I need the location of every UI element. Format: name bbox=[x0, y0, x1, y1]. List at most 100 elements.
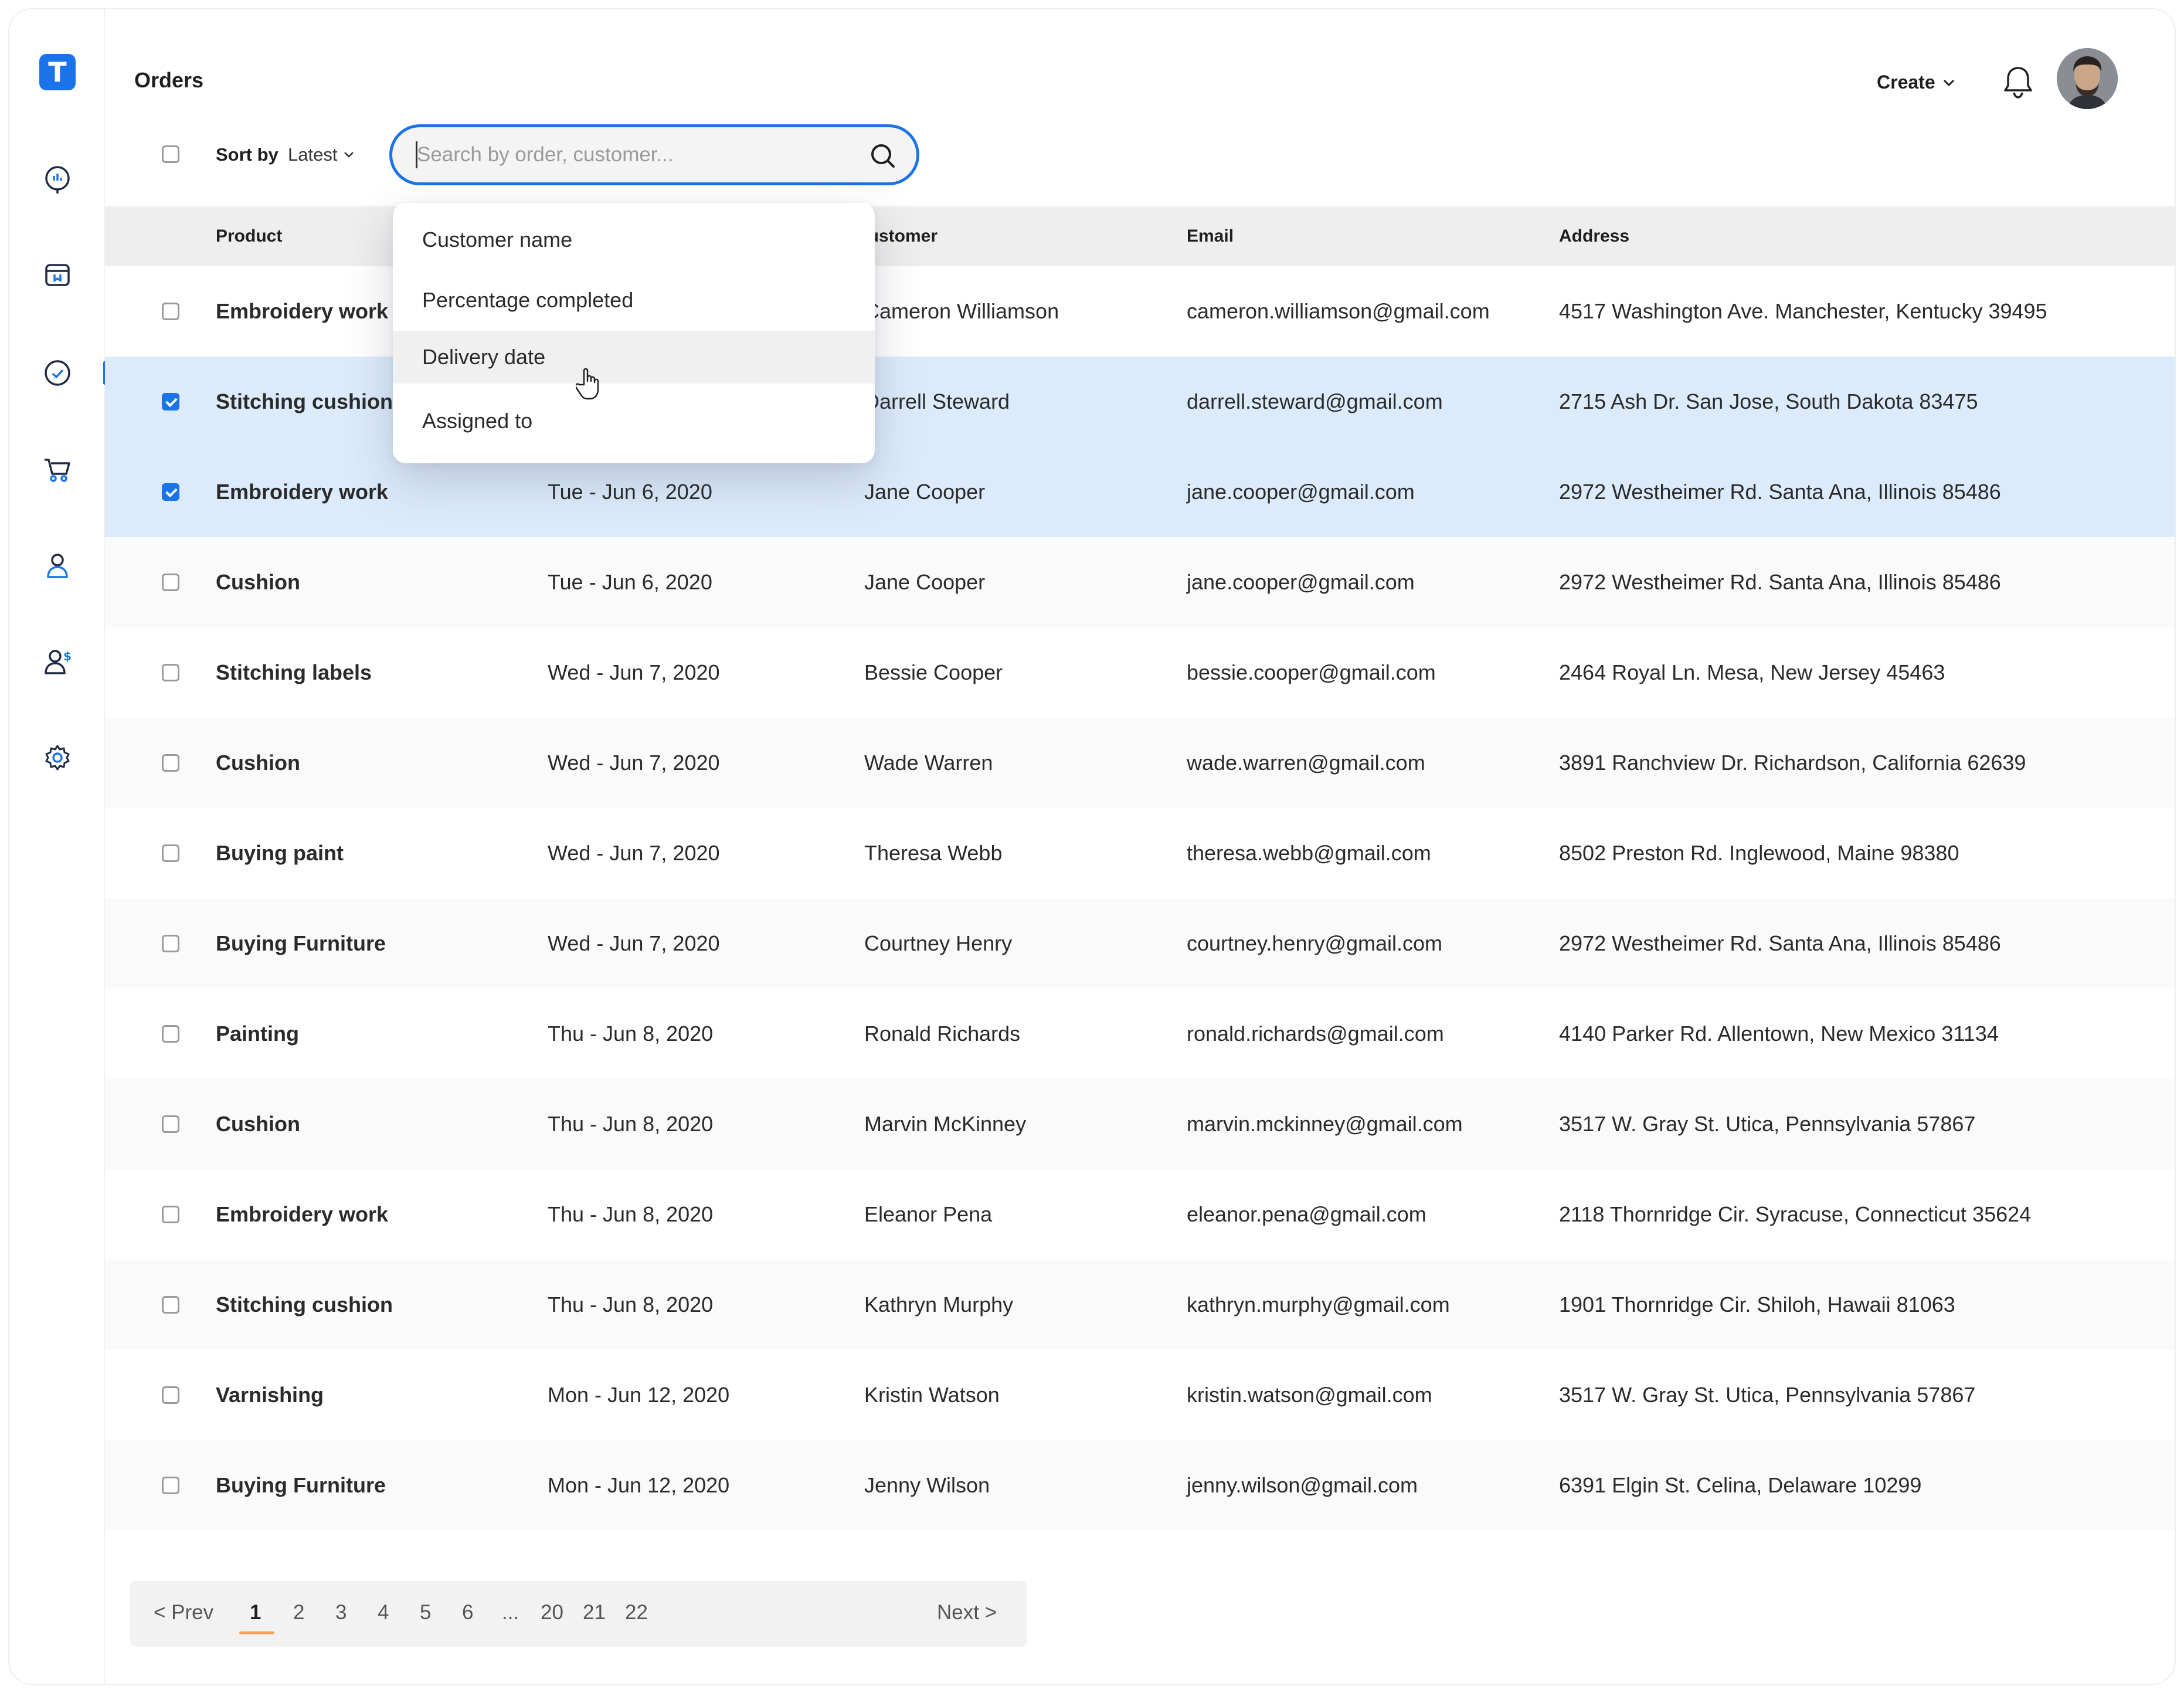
column-header-product[interactable]: Product bbox=[216, 226, 282, 246]
table-row[interactable]: Buying Furniture Mon - Jun 12, 2020 Jenny … bbox=[105, 1440, 2175, 1531]
cell-address: 3891 Ranchview Dr. Richardson, Californi… bbox=[1559, 751, 2026, 775]
row-checkbox[interactable] bbox=[162, 303, 179, 320]
cell-product: Embroidery work bbox=[216, 299, 389, 323]
row-checkbox[interactable] bbox=[162, 1206, 179, 1223]
sort-select[interactable]: Latest bbox=[288, 144, 355, 165]
cell-email: bessie.cooper@gmail.com bbox=[1187, 660, 1436, 684]
cell-product: Cushion bbox=[216, 751, 300, 775]
table-row[interactable]: Cushion Wed - Jun 7, 2020 Wade Warren wade.… bbox=[105, 718, 2175, 808]
row-checkbox[interactable] bbox=[162, 1025, 179, 1043]
dropdown-item-customer-name[interactable]: Customer name bbox=[393, 213, 875, 266]
select-all-checkbox[interactable] bbox=[162, 145, 179, 163]
sidebar-item-cart[interactable] bbox=[41, 453, 74, 486]
table-row[interactable]: Stitching cushion Thu - Jun 8, 2020 Kathry… bbox=[105, 1260, 2175, 1350]
table-row[interactable]: Stitching labels Wed - Jun 7, 2020 Bessie … bbox=[105, 627, 2175, 718]
next-page-button[interactable]: Next > bbox=[937, 1601, 997, 1624]
dropdown-item-delivery-date[interactable]: Delivery date bbox=[393, 331, 875, 384]
cart-icon bbox=[45, 459, 70, 482]
sort-label: Sort by bbox=[216, 144, 278, 165]
cell-customer: Theresa Webb bbox=[864, 841, 1003, 865]
table-row[interactable]: Buying paint Wed - Jun 7, 2020 Theresa Web… bbox=[105, 808, 2175, 898]
row-checkbox[interactable] bbox=[162, 844, 179, 862]
cell-customer: Courtney Henry bbox=[864, 931, 1013, 955]
hand-cursor-icon bbox=[576, 368, 599, 400]
avatar[interactable] bbox=[2057, 48, 2118, 109]
prev-page-button[interactable]: < Prev bbox=[154, 1601, 213, 1624]
table-row[interactable]: Buying Furniture Wed - Jun 7, 2020 Courtne… bbox=[105, 898, 2175, 989]
cell-email: marvin.mckinney@gmail.com bbox=[1187, 1112, 1463, 1136]
store-icon bbox=[45, 264, 70, 286]
table-row[interactable]: Painting Thu - Jun 8, 2020 Ronald Richards… bbox=[105, 989, 2175, 1079]
row-checkbox[interactable] bbox=[162, 664, 179, 681]
cell-customer: Bessie Cooper bbox=[864, 660, 1003, 684]
cell-email: courtney.henry@gmail.com bbox=[1187, 931, 1443, 955]
page-button-6[interactable]: 6 bbox=[462, 1601, 473, 1624]
page-button-21[interactable]: 21 bbox=[583, 1601, 606, 1624]
cell-email: eleanor.pena@gmail.com bbox=[1187, 1202, 1426, 1226]
row-checkbox[interactable] bbox=[162, 574, 179, 591]
user-avatar-image bbox=[2057, 48, 2118, 109]
table-row[interactable]: Embroidery work Thu - Jun 8, 2020 Eleanor … bbox=[105, 1169, 2175, 1260]
cell-date: Thu - Jun 8, 2020 bbox=[548, 1292, 714, 1317]
search-icon[interactable] bbox=[867, 140, 899, 172]
sidebar-item-user[interactable] bbox=[41, 549, 74, 582]
cell-product: Stitching cushion bbox=[216, 1292, 393, 1317]
dropdown-item-assigned-to[interactable]: Assigned to bbox=[393, 395, 875, 447]
cell-address: 8502 Preston Rd. Inglewood, Maine 98380 bbox=[1559, 841, 1959, 865]
column-header-email[interactable]: Email bbox=[1187, 226, 1234, 246]
row-checkbox[interactable] bbox=[162, 393, 179, 410]
cell-address: 4517 Washington Ave. Manchester, Kentuck… bbox=[1559, 299, 2047, 323]
sidebar-item-settings[interactable] bbox=[41, 741, 74, 774]
cell-date: Mon - Jun 12, 2020 bbox=[548, 1473, 730, 1497]
table-row[interactable]: Cushion Tue - Jun 6, 2020 Jane Cooper jane.… bbox=[105, 537, 2175, 627]
row-checkbox[interactable] bbox=[162, 1386, 179, 1404]
search-input[interactable] bbox=[417, 141, 839, 168]
cell-email: jenny.wilson@gmail.com bbox=[1187, 1473, 1418, 1497]
sidebar-item-user-billing[interactable]: $ bbox=[41, 645, 74, 678]
app-logo[interactable]: T bbox=[39, 54, 76, 90]
cell-email: darrell.steward@gmail.com bbox=[1187, 389, 1443, 413]
page-button-5[interactable]: 5 bbox=[420, 1601, 431, 1624]
page-button-3[interactable]: 3 bbox=[335, 1601, 347, 1624]
row-checkbox[interactable] bbox=[162, 1296, 179, 1314]
cell-customer: Marvin McKinney bbox=[864, 1112, 1027, 1136]
sidebar-item-tasks[interactable] bbox=[41, 357, 74, 389]
cell-date: Tue - Jun 6, 2020 bbox=[548, 480, 712, 504]
cell-customer: Eleanor Pena bbox=[864, 1202, 993, 1226]
cell-customer: Kathryn Murphy bbox=[864, 1292, 1014, 1317]
row-checkbox[interactable] bbox=[162, 754, 179, 772]
cell-date: Wed - Jun 7, 2020 bbox=[548, 931, 720, 955]
column-header-address[interactable]: Address bbox=[1559, 226, 1629, 246]
row-checkbox[interactable] bbox=[162, 1477, 179, 1494]
cell-customer: Kristin Watson bbox=[864, 1383, 1000, 1407]
cell-customer: Jane Cooper bbox=[864, 570, 986, 594]
page-ellipsis: ... bbox=[502, 1601, 519, 1624]
cell-customer: Ronald Richards bbox=[864, 1022, 1021, 1046]
page-button-2[interactable]: 2 bbox=[293, 1601, 304, 1624]
create-button[interactable]: Create bbox=[1877, 72, 1955, 93]
cell-product: Embroidery work bbox=[216, 480, 389, 504]
table-row[interactable]: Cushion Thu - Jun 8, 2020 Marvin McKinney m… bbox=[105, 1079, 2175, 1169]
cell-address: 2972 Westheimer Rd. Santa Ana, Illinois … bbox=[1559, 480, 2001, 504]
cell-product: Buying Furniture bbox=[216, 1473, 386, 1497]
page-button-22[interactable]: 22 bbox=[625, 1601, 648, 1624]
row-checkbox[interactable] bbox=[162, 935, 179, 952]
page-button-20[interactable]: 20 bbox=[541, 1601, 563, 1624]
dropdown-item-percentage-completed[interactable]: Percentage completed bbox=[393, 274, 875, 327]
cell-address: 2972 Westheimer Rd. Santa Ana, Illinois … bbox=[1559, 570, 2001, 594]
page-title: Orders bbox=[134, 68, 204, 92]
search-filter-dropdown: Customer name Percentage completed Deliv… bbox=[393, 203, 875, 463]
page-button-1[interactable]: 1 bbox=[250, 1601, 261, 1624]
cell-address: 6391 Elgin St. Celina, Delaware 10299 bbox=[1559, 1473, 1922, 1497]
notification-bell-icon[interactable] bbox=[2000, 63, 2036, 101]
search-box[interactable] bbox=[389, 124, 919, 185]
row-checkbox[interactable] bbox=[162, 483, 179, 501]
table-row[interactable]: Varnishing Mon - Jun 12, 2020 Kristin Wats… bbox=[105, 1350, 2175, 1440]
cell-address: 2715 Ash Dr. San Jose, South Dakota 8347… bbox=[1559, 389, 1978, 413]
page-button-4[interactable]: 4 bbox=[378, 1601, 389, 1624]
user-dollar-icon: $ bbox=[45, 649, 72, 674]
sidebar-item-dashboard[interactable] bbox=[41, 163, 74, 196]
sidebar-item-store[interactable] bbox=[41, 258, 74, 291]
cell-product: Stitching labels bbox=[216, 660, 372, 684]
row-checkbox[interactable] bbox=[162, 1115, 179, 1133]
